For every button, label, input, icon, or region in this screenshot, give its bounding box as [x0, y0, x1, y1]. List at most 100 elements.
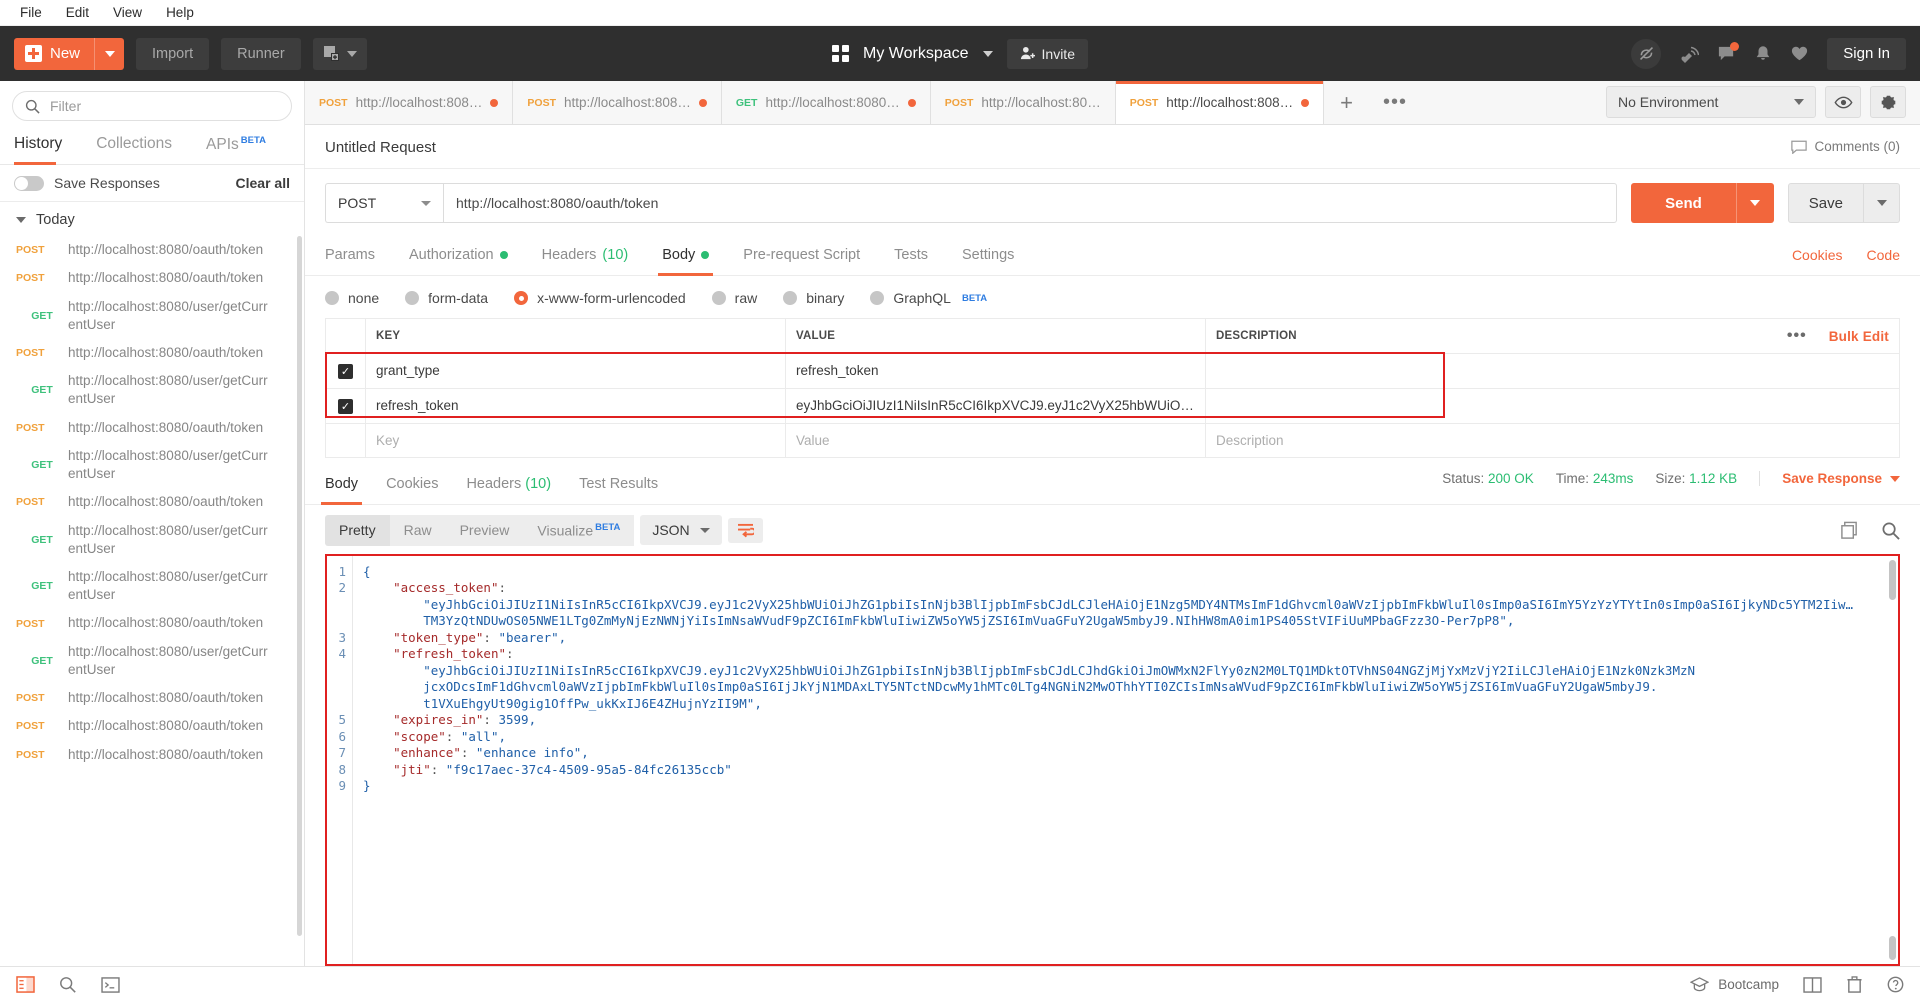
history-item[interactable]: POSThttp://localhost:8080/oauth/token — [0, 609, 304, 637]
row-value[interactable]: refresh_token — [786, 354, 1206, 389]
row-key[interactable]: grant_type — [366, 354, 786, 389]
search-input[interactable]: Filter — [12, 91, 292, 121]
import-button[interactable]: Import — [136, 38, 209, 70]
response-view-tab[interactable]: VisualizeBETA — [523, 515, 634, 546]
workspace-selector[interactable]: My Workspace Invite — [832, 39, 1088, 69]
response-view-tab[interactable]: Preview — [446, 515, 524, 546]
history-item[interactable]: POSThttp://localhost:8080/oauth/token — [0, 414, 304, 442]
bootcamp-button[interactable]: Bootcamp — [1690, 977, 1779, 992]
row-value[interactable]: eyJhbGciOiJIUzI1NiIsInR5cCI6IkpXVCJ9.eyJ… — [786, 388, 1206, 423]
menu-item-view[interactable]: View — [101, 2, 154, 23]
two-pane-icon[interactable] — [1803, 977, 1822, 993]
table-more-button[interactable]: ••• — [1787, 327, 1807, 345]
new-button[interactable]: New — [14, 38, 124, 70]
console-icon[interactable] — [101, 977, 120, 993]
find-icon[interactable] — [59, 976, 77, 994]
history-item[interactable]: POSThttp://localhost:8080/oauth/token — [0, 741, 304, 769]
bulk-edit-button[interactable]: Bulk Edit — [1829, 329, 1889, 344]
row-key[interactable]: refresh_token — [366, 388, 786, 423]
response-format-select[interactable]: JSON — [640, 515, 721, 545]
clear-all-button[interactable]: Clear all — [236, 175, 290, 191]
sidebar-tab-apis[interactable]: APIsBETA — [206, 129, 280, 164]
invite-button[interactable]: Invite — [1007, 39, 1088, 69]
send-options-button[interactable] — [1736, 183, 1774, 223]
code-scrollbar-vertical[interactable] — [1889, 560, 1896, 600]
history-item[interactable]: GEThttp://localhost:8080/user/getCurrent… — [0, 442, 304, 488]
table-row[interactable]: ✓ grant_typerefresh_token — [326, 354, 1900, 389]
environment-quicklook-button[interactable] — [1825, 86, 1861, 118]
request-section-tab[interactable]: Tests — [894, 237, 928, 275]
menu-item-help[interactable]: Help — [154, 2, 206, 23]
response-tab[interactable]: Body — [325, 466, 358, 504]
copy-icon[interactable] — [1840, 521, 1859, 540]
request-tab[interactable]: POSThttp://localhost:808… — [305, 81, 513, 124]
code-link[interactable]: Code — [1867, 247, 1900, 263]
new-button-main[interactable]: New — [14, 38, 94, 70]
body-type-radio[interactable]: none — [325, 290, 379, 306]
code-scrollbar-bottom[interactable] — [1889, 936, 1896, 960]
help-icon[interactable] — [1887, 976, 1904, 993]
placeholder-key[interactable]: Key — [366, 423, 786, 457]
save-responses-toggle[interactable] — [14, 176, 44, 191]
tabs-more-button[interactable]: ••• — [1369, 81, 1421, 124]
history-item[interactable]: GEThttp://localhost:8080/user/getCurrent… — [0, 638, 304, 684]
save-response-button[interactable]: Save Response — [1759, 471, 1900, 486]
response-tab[interactable]: Cookies — [386, 466, 438, 504]
method-select[interactable]: POST — [325, 183, 443, 223]
code-text[interactable]: { "access_token": "eyJhbGciOiJIUzI1NiIsI… — [353, 556, 1898, 964]
table-placeholder-row[interactable]: KeyValueDescription — [326, 423, 1900, 457]
history-item[interactable]: POSThttp://localhost:8080/oauth/token — [0, 264, 304, 292]
history-item[interactable]: POSThttp://localhost:8080/oauth/token — [0, 684, 304, 712]
history-item[interactable]: POSThttp://localhost:8080/oauth/token — [0, 236, 304, 264]
placeholder-description[interactable]: Description — [1206, 423, 1900, 457]
request-section-tab[interactable]: Authorization — [409, 237, 508, 275]
bell-icon[interactable] — [1754, 44, 1772, 63]
row-checkbox[interactable]: ✓ — [338, 364, 353, 379]
history-item[interactable]: POSThttp://localhost:8080/oauth/token — [0, 339, 304, 367]
menu-item-file[interactable]: File — [8, 2, 54, 23]
comment-notification-icon[interactable] — [1717, 44, 1736, 63]
sidebar-scrollbar[interactable] — [297, 236, 302, 936]
save-options-button[interactable] — [1864, 183, 1900, 223]
row-checkbox[interactable]: ✓ — [338, 399, 353, 414]
sidebar-tab-collections[interactable]: Collections — [96, 129, 186, 164]
request-section-tab[interactable]: Headers(10) — [542, 237, 629, 275]
history-item[interactable]: POSThttp://localhost:8080/oauth/token — [0, 712, 304, 740]
runner-button[interactable]: Runner — [221, 38, 301, 70]
new-window-button[interactable] — [313, 38, 367, 70]
request-tab[interactable]: POSThttp://localhost:808… — [513, 81, 721, 124]
placeholder-value[interactable]: Value — [786, 423, 1206, 457]
word-wrap-button[interactable] — [728, 518, 763, 543]
environment-settings-button[interactable] — [1870, 86, 1906, 118]
comments-button[interactable]: Comments (0) — [1791, 139, 1900, 154]
row-checkbox-cell[interactable]: ✓ — [326, 388, 366, 423]
body-type-radio[interactable]: binary — [783, 290, 844, 306]
body-type-radio[interactable]: raw — [712, 290, 758, 306]
request-section-tab[interactable]: Params — [325, 237, 375, 275]
history-item[interactable]: GEThttp://localhost:8080/user/getCurrent… — [0, 517, 304, 563]
response-tab[interactable]: Headers (10) — [466, 466, 551, 504]
response-tab[interactable]: Test Results — [579, 466, 658, 504]
row-description[interactable] — [1206, 388, 1900, 423]
heart-icon[interactable] — [1790, 44, 1809, 63]
history-item[interactable]: GEThttp://localhost:8080/user/getCurrent… — [0, 293, 304, 339]
sidebar-toggle-icon[interactable] — [16, 976, 35, 993]
request-tab[interactable]: POSThttp://localhost:808… — [1116, 81, 1324, 124]
request-tab[interactable]: POSThttp://localhost:80… — [931, 81, 1116, 124]
body-type-radio[interactable]: form-data — [405, 290, 488, 306]
request-section-tab[interactable]: Settings — [962, 237, 1014, 275]
sync-disabled-icon[interactable] — [1631, 39, 1661, 69]
history-item[interactable]: GEThttp://localhost:8080/user/getCurrent… — [0, 563, 304, 609]
menu-item-edit[interactable]: Edit — [54, 2, 101, 23]
history-group-today[interactable]: Today — [0, 202, 304, 236]
new-tab-button[interactable]: + — [1324, 81, 1369, 124]
row-checkbox-cell[interactable] — [326, 423, 366, 457]
sidebar-tab-history[interactable]: History — [14, 129, 76, 164]
request-tab[interactable]: GEThttp://localhost:8080… — [722, 81, 931, 124]
row-description[interactable] — [1206, 354, 1900, 389]
url-input[interactable]: http://localhost:8080/oauth/token — [443, 183, 1617, 223]
table-row[interactable]: ✓ refresh_tokeneyJhbGciOiJIUzI1NiIsInR5cC… — [326, 388, 1900, 423]
history-item[interactable]: GEThttp://localhost:8080/user/getCurrent… — [0, 367, 304, 413]
search-icon[interactable] — [1881, 521, 1900, 540]
response-view-tab[interactable]: Pretty — [325, 515, 390, 546]
